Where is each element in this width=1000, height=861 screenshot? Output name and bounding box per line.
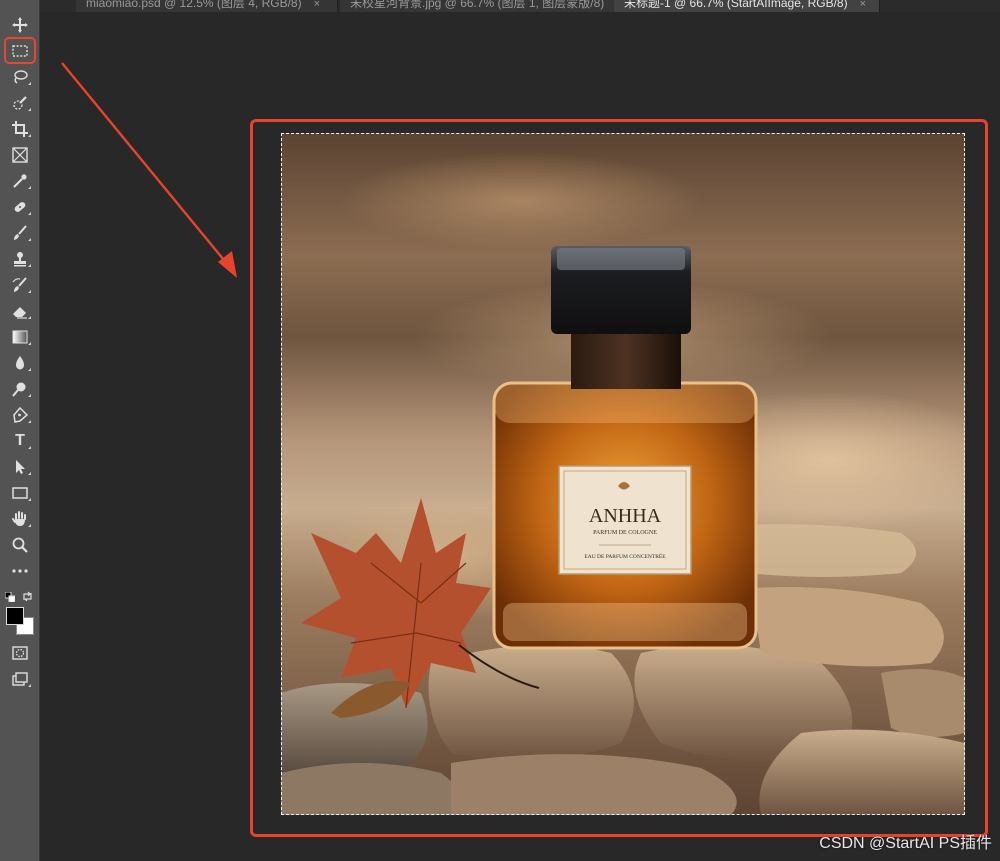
annotation-highlight-frame bbox=[250, 119, 988, 837]
watermark: CSDN @StartAI PS插件 bbox=[819, 835, 992, 852]
